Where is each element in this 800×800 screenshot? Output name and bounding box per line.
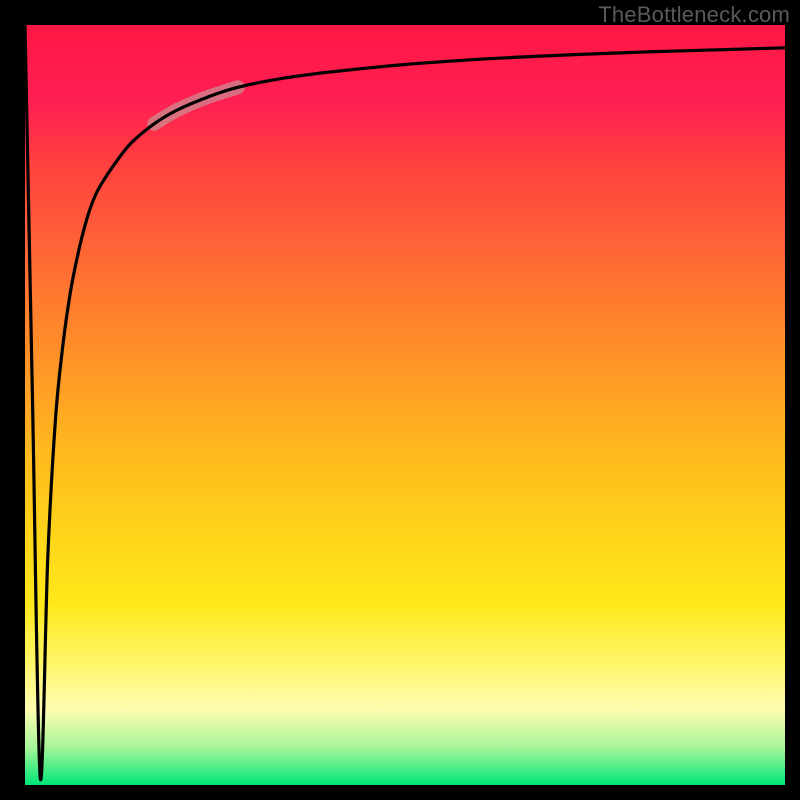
curve-layer bbox=[25, 25, 785, 785]
curve-highlight bbox=[154, 87, 238, 123]
chart-frame: TheBottleneck.com bbox=[0, 0, 800, 800]
plot-area bbox=[25, 25, 785, 785]
bottleneck-curve bbox=[25, 25, 785, 780]
